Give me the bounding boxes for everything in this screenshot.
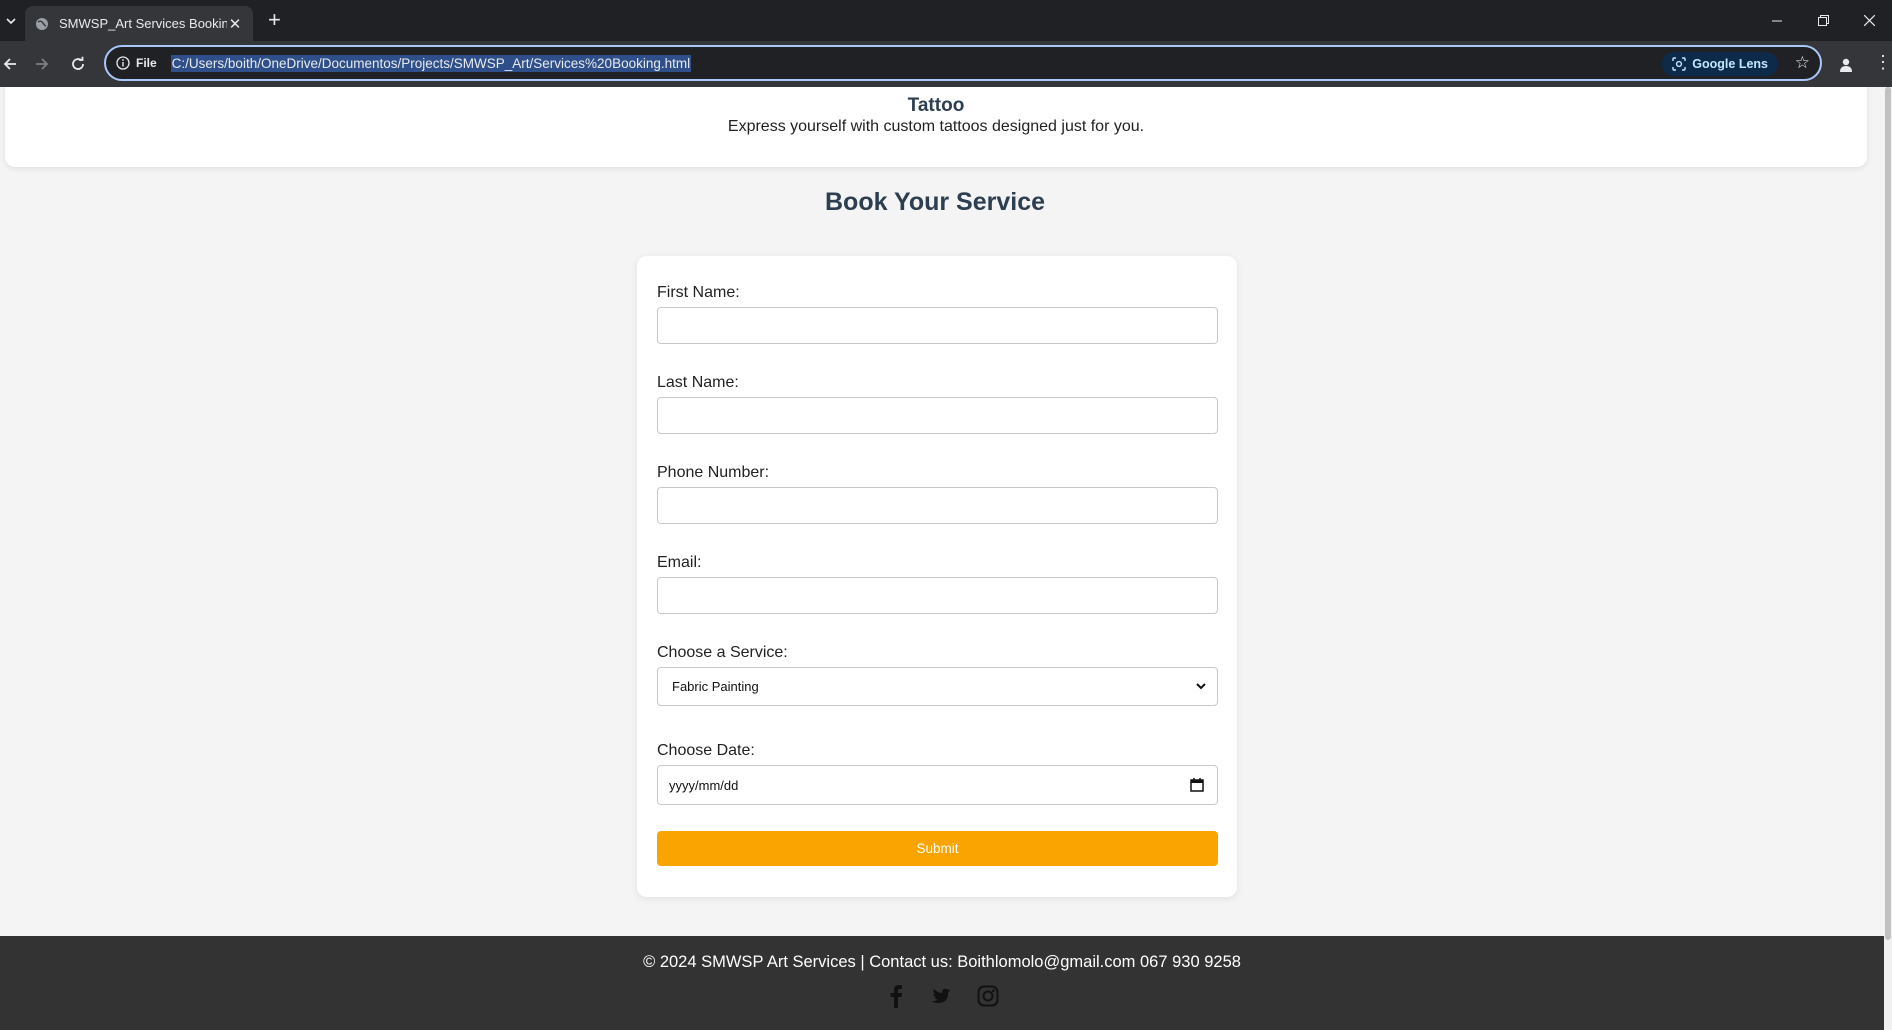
profile-icon	[1840, 58, 1852, 72]
instagram-link[interactable]	[976, 983, 1000, 1009]
date-placeholder: yyyy/mm/dd	[669, 777, 739, 793]
tab-title: SMWSP_Art Services Booking	[59, 16, 227, 31]
service-title: Tattoo	[907, 95, 965, 116]
browser-tab-bar: SMWSP_Art Services Booking ✕ +	[0, 0, 1892, 41]
restore-button[interactable]	[1800, 0, 1846, 41]
arrow-left-icon	[3, 58, 16, 70]
service-card: Tattoo Express yourself with custom tatt…	[5, 87, 1867, 167]
service-select[interactable]: Fabric Painting	[657, 667, 1218, 706]
google-lens-button[interactable]: Google Lens	[1662, 52, 1778, 76]
chevron-down-icon	[6, 17, 16, 24]
lens-icon	[1672, 57, 1686, 71]
close-tab-icon[interactable]: ✕	[227, 15, 243, 33]
window-controls	[1754, 0, 1892, 41]
globe-icon	[36, 17, 48, 30]
date-label: Choose Date:	[657, 742, 755, 759]
date-input[interactable]: yyyy/mm/dd	[657, 765, 1218, 805]
email-input[interactable]	[657, 577, 1218, 614]
reload-button[interactable]	[60, 46, 96, 82]
close-icon	[1863, 15, 1875, 26]
new-tab-button[interactable]: +	[268, 8, 281, 32]
forward-button[interactable]	[24, 46, 60, 82]
facebook-icon	[890, 985, 902, 1008]
bookmark-star-icon[interactable]: ☆	[1795, 53, 1810, 73]
address-bar[interactable]: File C:/Users/boith/OneDrive/Documentos/…	[104, 45, 1822, 81]
url-text[interactable]: C:/Users/boith/OneDrive/Documentos/Proje…	[170, 54, 692, 72]
google-lens-label: Google Lens	[1692, 57, 1768, 71]
info-icon	[116, 56, 130, 70]
reload-icon	[72, 56, 84, 70]
first-name-input[interactable]	[657, 307, 1218, 344]
page-scrollbar[interactable]	[1884, 87, 1892, 1030]
scrollbar-thumb[interactable]	[1885, 87, 1891, 940]
last-name-label: Last Name:	[657, 374, 739, 391]
footer-text: © 2024 SMWSP Art Services | Contact us: …	[643, 953, 1241, 971]
first-name-label: First Name:	[657, 284, 740, 301]
minimize-icon	[1772, 20, 1782, 21]
restore-icon	[1817, 15, 1829, 26]
tab-search-button[interactable]	[0, 0, 22, 41]
instagram-icon	[977, 985, 999, 1007]
booking-form: First Name: Last Name: Phone Number: Ema…	[637, 256, 1237, 897]
page-footer: © 2024 SMWSP Art Services | Contact us: …	[0, 936, 1884, 1030]
page-viewport: Tattoo Express yourself with custom tatt…	[0, 87, 1892, 1030]
twitter-link[interactable]	[930, 983, 954, 1009]
browser-menu-icon[interactable]: ⋮	[1874, 52, 1892, 73]
submit-button[interactable]: Submit	[657, 831, 1218, 866]
minimize-button[interactable]	[1754, 0, 1800, 41]
arrow-right-icon	[36, 58, 49, 70]
service-select-value: Fabric Painting	[672, 679, 759, 694]
profile-button[interactable]	[1833, 52, 1859, 78]
service-description: Express yourself with custom tattoos des…	[727, 118, 1145, 135]
close-window-button[interactable]	[1846, 0, 1892, 41]
site-info-label: File	[136, 56, 157, 70]
browser-toolbar: File C:/Users/boith/OneDrive/Documentos/…	[0, 41, 1892, 87]
booking-heading: Book Your Service	[825, 188, 1045, 216]
phone-label: Phone Number:	[657, 464, 770, 481]
last-name-input[interactable]	[657, 397, 1218, 434]
browser-tab[interactable]: SMWSP_Art Services Booking ✕	[25, 6, 253, 41]
service-select-label: Choose a Service:	[657, 644, 788, 661]
phone-input[interactable]	[657, 487, 1218, 524]
calendar-icon[interactable]	[1189, 777, 1205, 793]
chevron-down-icon	[1196, 683, 1206, 690]
email-label: Email:	[657, 554, 702, 571]
site-info-button[interactable]: File	[116, 56, 157, 70]
twitter-icon	[931, 988, 951, 1003]
social-links	[0, 983, 1884, 1009]
facebook-link[interactable]	[884, 983, 908, 1009]
